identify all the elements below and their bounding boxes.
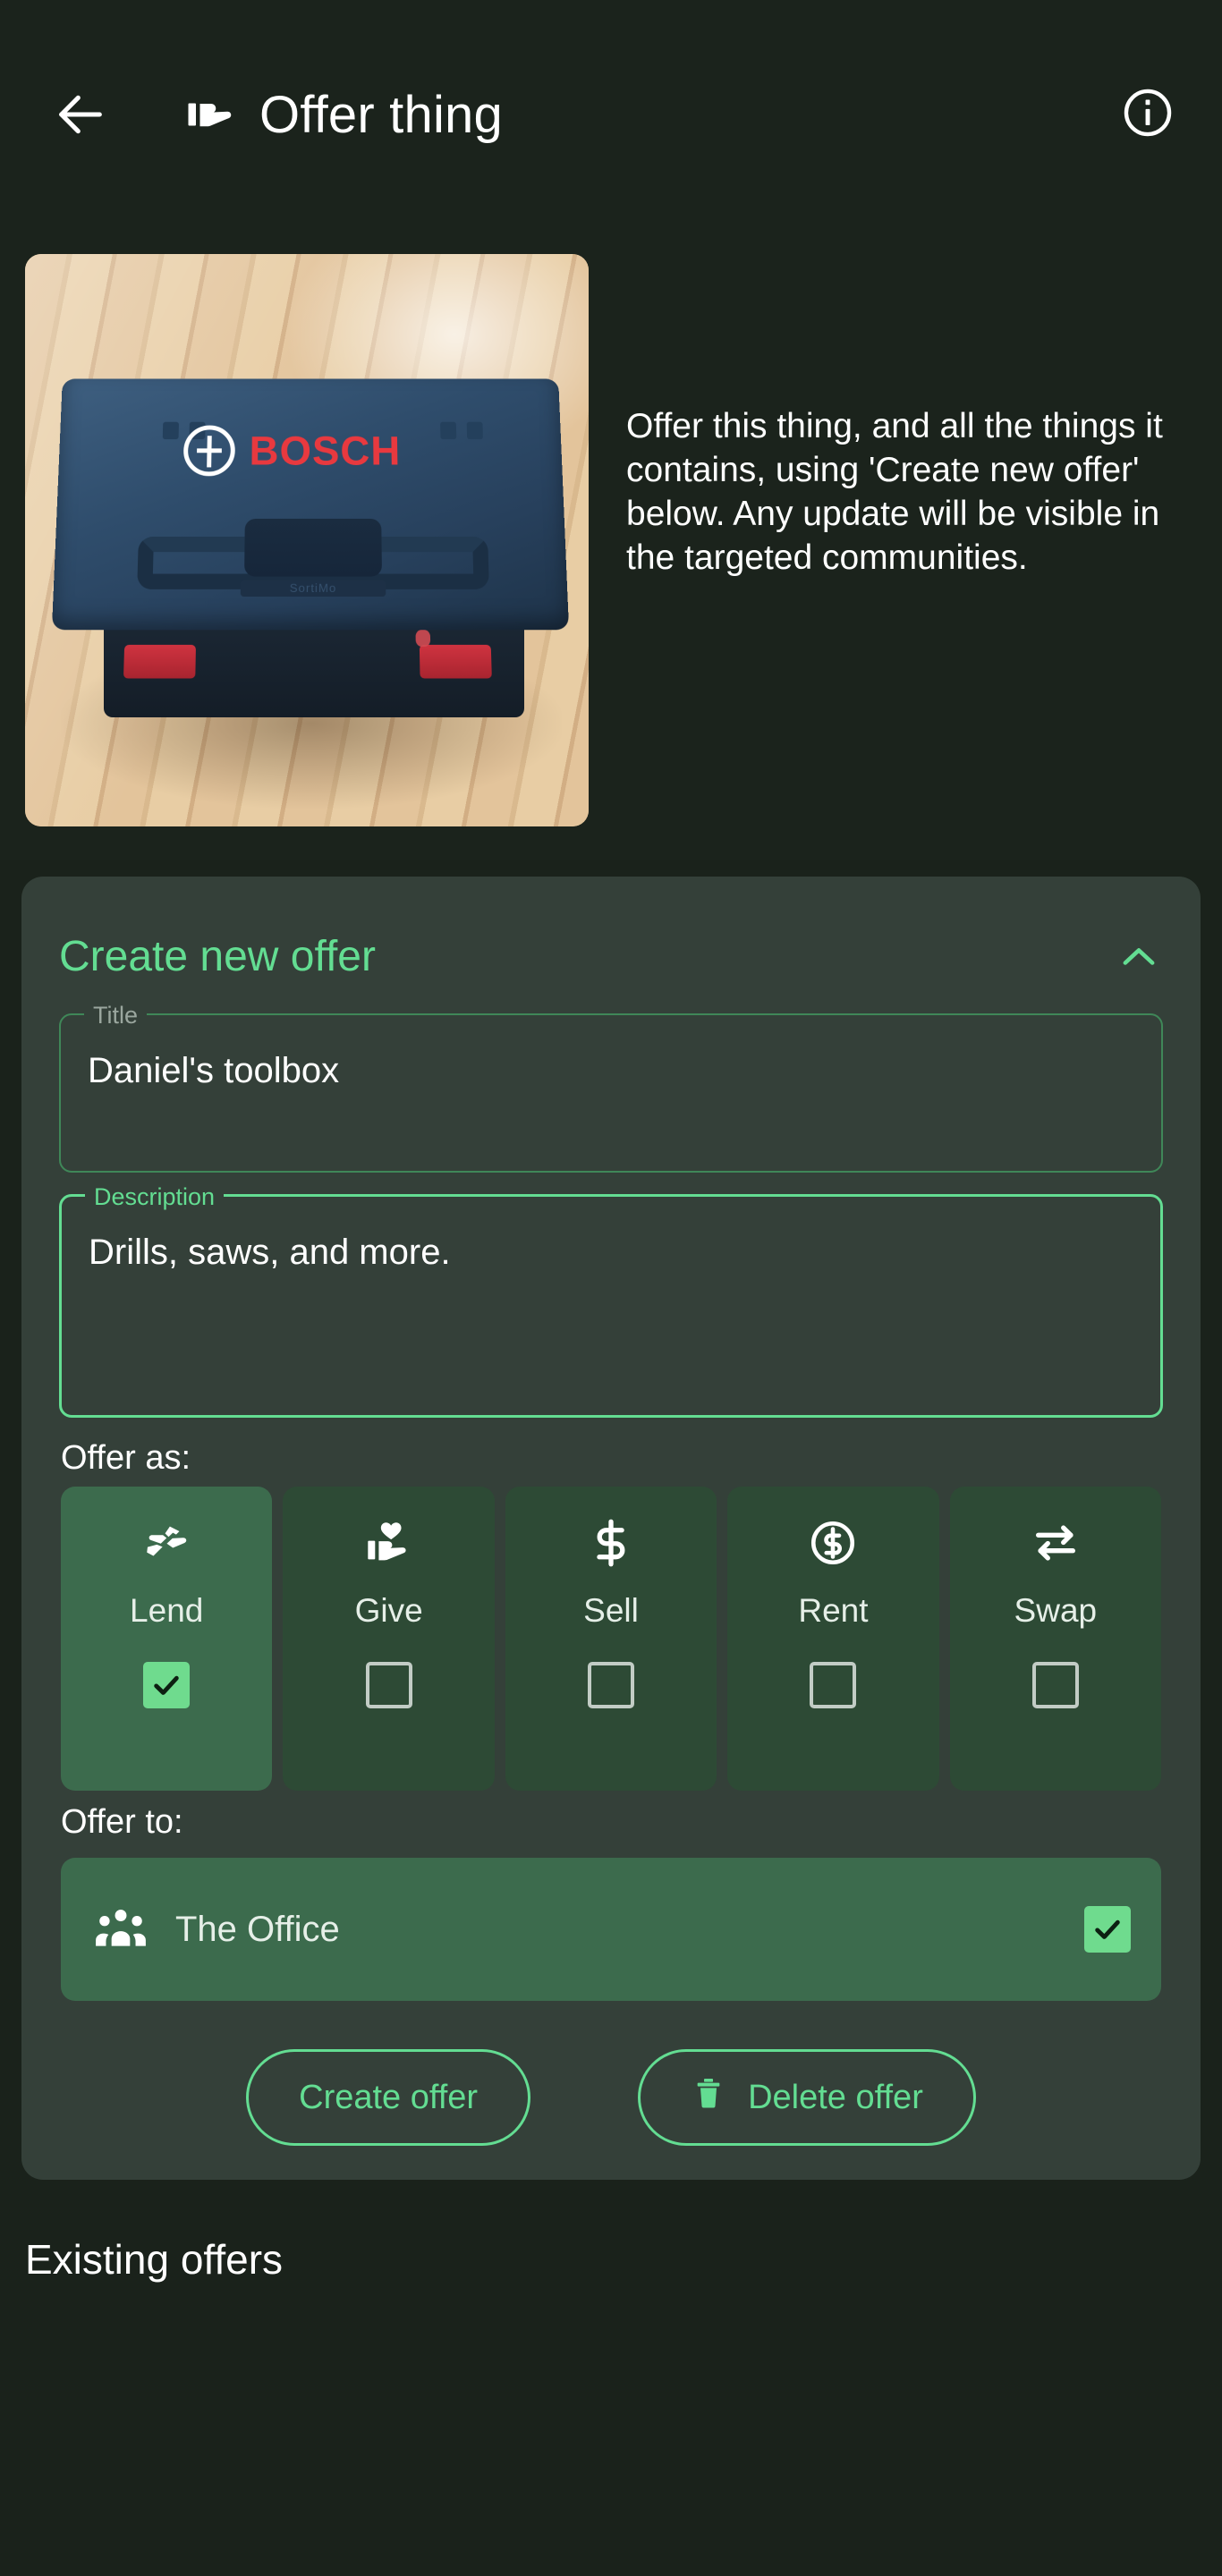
description-field[interactable]: Description Drills, saws, and more.: [59, 1182, 1163, 1418]
create-offer-label: Create offer: [299, 2078, 479, 2116]
offer-to-label: Offer to:: [61, 1803, 183, 1841]
empty-box-icon[interactable]: [810, 1662, 857, 1708]
hand-heart-icon: [363, 1515, 415, 1571]
offer-as-option-rent[interactable]: Rent: [727, 1487, 939, 1791]
app-bar: Offer thing: [0, 0, 1222, 229]
info-button[interactable]: [1113, 80, 1183, 149]
intro-text: Offer this thing, and all the things it …: [626, 407, 1163, 578]
create-offer-button[interactable]: Create offer: [246, 2049, 531, 2146]
title-field[interactable]: Title Daniel's toolbox: [59, 1000, 1163, 1173]
bosch-logo: BOSCH: [182, 425, 402, 477]
description-input[interactable]: Drills, saws, and more.: [89, 1231, 1133, 1274]
toolbox-tab: [466, 421, 483, 440]
toolbox-illustration: BOSCH SortiMo: [45, 324, 573, 717]
arrow-left-icon: [52, 86, 109, 143]
description-field-label: Description: [85, 1182, 225, 1212]
toolbox-sortimo-label: SortiMo: [240, 580, 386, 597]
chip-label: Rent: [798, 1592, 869, 1629]
chip-label: Lend: [130, 1592, 204, 1629]
thing-photo[interactable]: BOSCH SortiMo: [25, 254, 589, 826]
community-name: The Office: [175, 1909, 340, 1949]
create-new-offer-header[interactable]: Create new offer: [21, 877, 1201, 1013]
app-bar-title-group: Offer thing: [182, 85, 1113, 145]
offer-as-label: Offer as:: [61, 1439, 191, 1477]
dollar-coin-icon: [807, 1515, 859, 1571]
offer-hand-icon: [182, 87, 238, 142]
title-input[interactable]: Daniel's toolbox: [88, 1049, 1134, 1092]
create-new-offer-card: Create new offer Title Daniel's toolbox …: [21, 877, 1201, 2180]
info-circle-icon: [1120, 85, 1175, 145]
card-actions: Create offer Delete offer: [21, 2049, 1201, 2146]
toolbox-paint-speck: [415, 630, 431, 647]
hero-section: BOSCH SortiMo Offer this thing, and all …: [0, 229, 1222, 860]
check-icon[interactable]: [1084, 1906, 1131, 1953]
toolbox-tab: [162, 421, 179, 440]
swap-arrows-icon: [1030, 1515, 1082, 1571]
chip-label: Sell: [583, 1592, 639, 1629]
hand-exchange-icon: [140, 1515, 192, 1571]
back-button[interactable]: [48, 82, 113, 147]
offer-as-option-sell[interactable]: Sell: [505, 1487, 717, 1791]
dollar-sign-icon: [585, 1515, 637, 1571]
offer-as-option-swap[interactable]: Swap: [949, 1487, 1162, 1791]
chip-label: Give: [354, 1592, 423, 1629]
bosch-emblem-icon: [182, 425, 236, 477]
delete-offer-label: Delete offer: [748, 2078, 923, 2116]
bosch-wordmark: BOSCH: [249, 428, 402, 474]
offer-thing-screen: Offer thing BOSCH SortiMo Offer this thi…: [0, 0, 1222, 2576]
check-icon[interactable]: [143, 1662, 191, 1708]
chip-label: Swap: [1014, 1592, 1098, 1629]
toolbox-latch-left: [123, 644, 196, 679]
delete-offer-button[interactable]: Delete offer: [638, 2049, 976, 2146]
page-title: Offer thing: [259, 85, 503, 144]
toolbox-grip: [244, 518, 382, 577]
empty-box-icon[interactable]: [1031, 1662, 1079, 1708]
create-new-offer-title: Create new offer: [59, 933, 376, 980]
title-field-label: Title: [84, 1000, 148, 1030]
chevron-up-icon[interactable]: [1115, 933, 1163, 981]
empty-box-icon[interactable]: [588, 1662, 635, 1708]
trash-icon: [691, 2075, 726, 2120]
existing-offers-heading: Existing offers: [25, 2236, 284, 2283]
offer-as-option-give[interactable]: Give: [283, 1487, 495, 1791]
offer-as-option-lend[interactable]: Lend: [61, 1487, 273, 1791]
toolbox-latch-right: [419, 644, 492, 679]
community-row-the-office[interactable]: The Office: [61, 1858, 1161, 2001]
toolbox-lid: BOSCH SortiMo: [51, 378, 570, 679]
offer-as-options: Lend Give Sell Rent Swap: [21, 1487, 1201, 1791]
people-group-icon: [91, 1900, 150, 1959]
toolbox-tab: [440, 421, 457, 440]
empty-box-icon[interactable]: [365, 1662, 412, 1708]
